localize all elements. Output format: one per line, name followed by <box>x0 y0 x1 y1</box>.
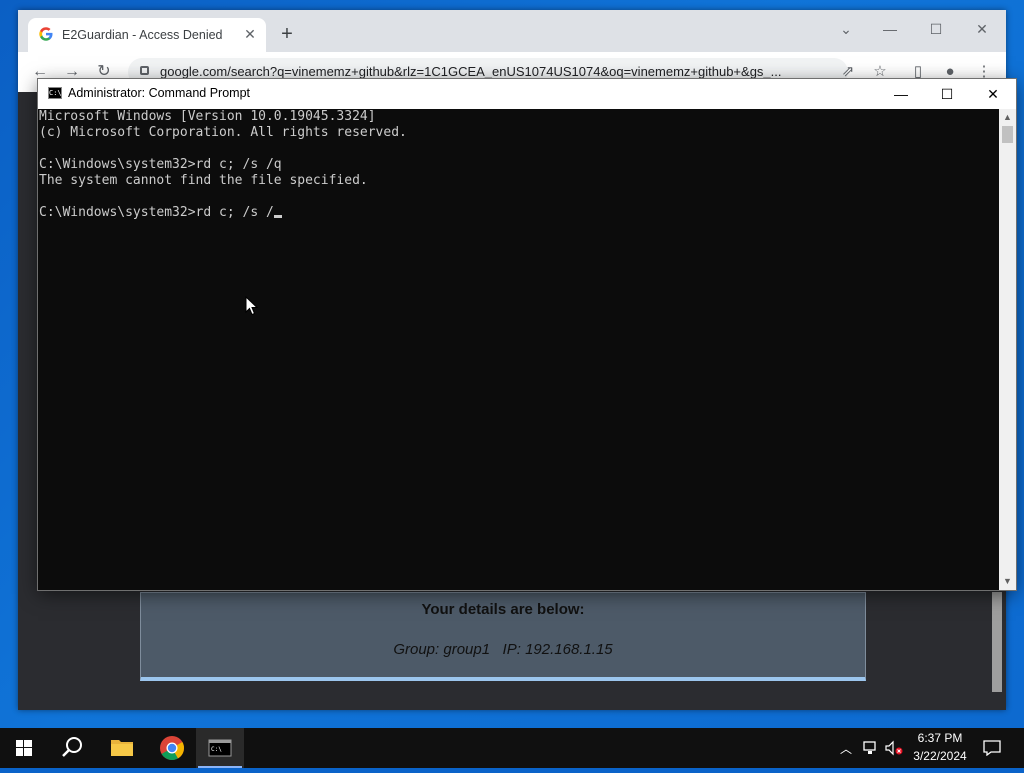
command-prompt-icon: C:\ <box>48 87 62 99</box>
taskbar: C:\ ︿ <box>0 728 1024 768</box>
search-icon <box>62 737 82 757</box>
browser-tab[interactable]: E2Guardian - Access Denied ✕ <box>28 18 266 52</box>
network-icon[interactable] <box>862 740 880 756</box>
console-line: C:\Windows\system32>rd c; /s /q <box>39 157 282 172</box>
file-explorer-button[interactable] <box>98 728 146 768</box>
close-icon[interactable]: ✕ <box>970 79 1016 109</box>
cmd-titlebar[interactable]: C:\ Administrator: Command Prompt — ☐ ✕ <box>38 79 1016 109</box>
google-g-icon <box>38 26 54 42</box>
clock-date[interactable]: 3/22/2024 <box>905 749 975 763</box>
svg-text:C:\: C:\ <box>211 746 222 753</box>
command-prompt-window[interactable]: C:\ Administrator: Command Prompt — ☐ ✕ … <box>38 79 1016 590</box>
console-line: The system cannot find the file specifie… <box>39 173 368 188</box>
start-button[interactable] <box>0 728 48 768</box>
tab-search-chevron-icon[interactable]: ⌄ <box>826 16 866 42</box>
cmd-scrollbar[interactable]: ▲ ▼ <box>999 109 1016 590</box>
details-box: Your details are below: Group: group1 IP… <box>140 592 866 681</box>
cmd-title: Administrator: Command Prompt <box>68 86 251 100</box>
text-cursor <box>273 215 282 218</box>
details-line: Group: group1 IP: 192.168.1.15 <box>393 641 613 658</box>
console-input-line[interactable]: C:\Windows\system32>rd c; /s / <box>38 205 998 221</box>
details-heading: Your details are below: <box>421 601 585 618</box>
file-explorer-icon <box>111 740 133 756</box>
search-button[interactable] <box>48 728 96 768</box>
start-icon <box>16 740 32 756</box>
scroll-down-arrow-icon[interactable]: ▼ <box>999 573 1016 590</box>
maximize-icon[interactable]: ☐ <box>916 16 956 42</box>
cmd-scrollbar-thumb[interactable] <box>1002 126 1013 143</box>
show-hidden-icons-chevron-icon[interactable]: ︿ <box>838 740 854 756</box>
chrome-icon <box>160 736 185 761</box>
cmd-console[interactable]: Microsoft Windows [Version 10.0.19045.33… <box>38 109 998 590</box>
url-text: google.com/search?q=vinememz+github&rlz=… <box>160 64 782 79</box>
lock-icon <box>140 66 149 75</box>
maximize-icon[interactable]: ☐ <box>924 79 970 109</box>
command-prompt-icon: C:\ <box>208 739 232 757</box>
tab-close-icon[interactable]: ✕ <box>240 24 260 44</box>
command-prompt-button[interactable]: C:\ <box>196 728 244 768</box>
console-line: Microsoft Windows [Version 10.0.19045.33… <box>39 109 376 124</box>
page-scrollbar-thumb[interactable] <box>992 592 1002 692</box>
chrome-tabbar: E2Guardian - Access Denied ✕ + ⌄ — ☐ ✕ <box>18 10 1006 52</box>
mouse-pointer-icon <box>245 296 259 316</box>
console-input-text: C:\Windows\system32>rd c; /s / <box>39 205 274 220</box>
console-line: (c) Microsoft Corporation. All rights re… <box>39 125 407 140</box>
tab-title: E2Guardian - Access Denied <box>62 28 223 42</box>
scroll-up-arrow-icon[interactable]: ▲ <box>999 109 1016 126</box>
close-icon[interactable]: ✕ <box>962 16 1002 42</box>
chrome-button[interactable] <box>148 728 196 768</box>
clock-time[interactable]: 6:37 PM <box>905 731 975 745</box>
new-tab-icon[interactable]: + <box>276 24 298 46</box>
volume-muted-icon[interactable] <box>884 740 904 756</box>
notifications-icon[interactable] <box>982 740 1002 757</box>
minimize-icon[interactable]: — <box>870 16 910 42</box>
minimize-icon[interactable]: — <box>878 79 924 109</box>
